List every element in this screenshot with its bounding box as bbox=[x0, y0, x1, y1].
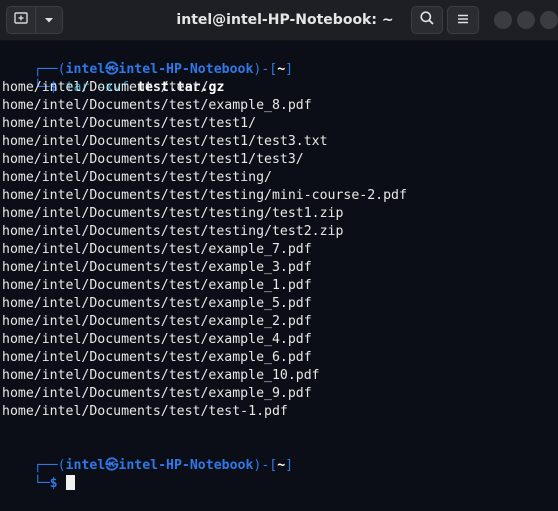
prompt-dir: ~ bbox=[277, 458, 286, 473]
output-line: home/intel/Documents/test/example_4.pdf bbox=[2, 332, 312, 347]
hamburger-menu-icon bbox=[456, 11, 470, 30]
window-title: intel@intel-HP-Notebook: ~ bbox=[176, 12, 394, 28]
output-line: home/intel/Documents/test/example_6.pdf bbox=[2, 350, 312, 365]
new-tab-icon bbox=[13, 10, 29, 30]
output-line: home/intel/Documents/test/example_7.pdf bbox=[2, 242, 312, 257]
prompt-dollar: $ bbox=[49, 476, 58, 491]
prompt-user-host: intel㉿intel-HP-Notebook bbox=[65, 458, 254, 473]
minimize-button[interactable] bbox=[494, 11, 512, 29]
prompt-prefix: └─ bbox=[33, 476, 50, 491]
output-line: home/intel/Documents/test/testing/mini-c… bbox=[2, 188, 407, 203]
search-icon bbox=[419, 10, 435, 30]
output-line: home/intel/Documents/test/testing/test2.… bbox=[2, 224, 344, 239]
chevron-down-icon bbox=[43, 11, 55, 30]
output-line: home/intel/Documents/test/testing/test1.… bbox=[2, 206, 344, 221]
prompt-line-1: ┌──(intel㉿intel-HP-Notebook)-[~] bbox=[2, 43, 293, 77]
output-line: home/intel/Documents/test/test1/ bbox=[2, 116, 257, 131]
output-line: home/intel/Documents/test/testing/ bbox=[2, 170, 272, 185]
tab-dropdown-button[interactable] bbox=[35, 6, 63, 34]
output-line: home/intel/Documents/test/test-1.pdf bbox=[2, 404, 288, 419]
output-line: home/intel/Documents/test/example_2.pdf bbox=[2, 314, 312, 329]
command-line: └─$ tar -xvf test.tar.gz bbox=[2, 61, 225, 95]
search-button[interactable] bbox=[411, 6, 443, 34]
prompt-separator: )-[ bbox=[253, 458, 278, 473]
new-tab-button[interactable] bbox=[6, 6, 36, 34]
title-bar: intel@intel-HP-Notebook: ~ bbox=[0, 0, 558, 41]
text-cursor bbox=[65, 475, 75, 490]
close-button[interactable] bbox=[540, 11, 558, 29]
output-line: home/intel/Documents/test/example_5.pdf bbox=[2, 296, 312, 311]
prompt-close: ] bbox=[285, 62, 294, 77]
output-line: home/intel/Documents/test/test1/test3.tx… bbox=[2, 134, 328, 149]
prompt-close: ] bbox=[285, 458, 294, 473]
terminal-area[interactable]: ┌──(intel㉿intel-HP-Notebook)-[~] └─$ tar… bbox=[0, 41, 558, 491]
output-line: home/intel/Documents/test/ bbox=[2, 80, 209, 95]
prompt-line-2: ┌──(intel㉿intel-HP-Notebook)-[~] bbox=[2, 439, 293, 473]
output-line: home/intel/Documents/test/example_3.pdf bbox=[2, 260, 312, 275]
output-line: home/intel/Documents/test/example_1.pdf bbox=[2, 278, 312, 293]
output-line: home/intel/Documents/test/example_9.pdf bbox=[2, 386, 312, 401]
output-line: home/intel/Documents/test/example_10.pdf bbox=[2, 368, 320, 383]
menu-button[interactable] bbox=[447, 6, 479, 34]
maximize-button[interactable] bbox=[517, 11, 535, 29]
prompt-separator: )-[ bbox=[253, 62, 278, 77]
prompt-dir: ~ bbox=[277, 62, 286, 77]
output-line: home/intel/Documents/test/test1/test3/ bbox=[2, 152, 304, 167]
input-line[interactable]: └─$ bbox=[2, 457, 75, 491]
output-line: home/intel/Documents/test/example_8.pdf bbox=[2, 98, 312, 113]
